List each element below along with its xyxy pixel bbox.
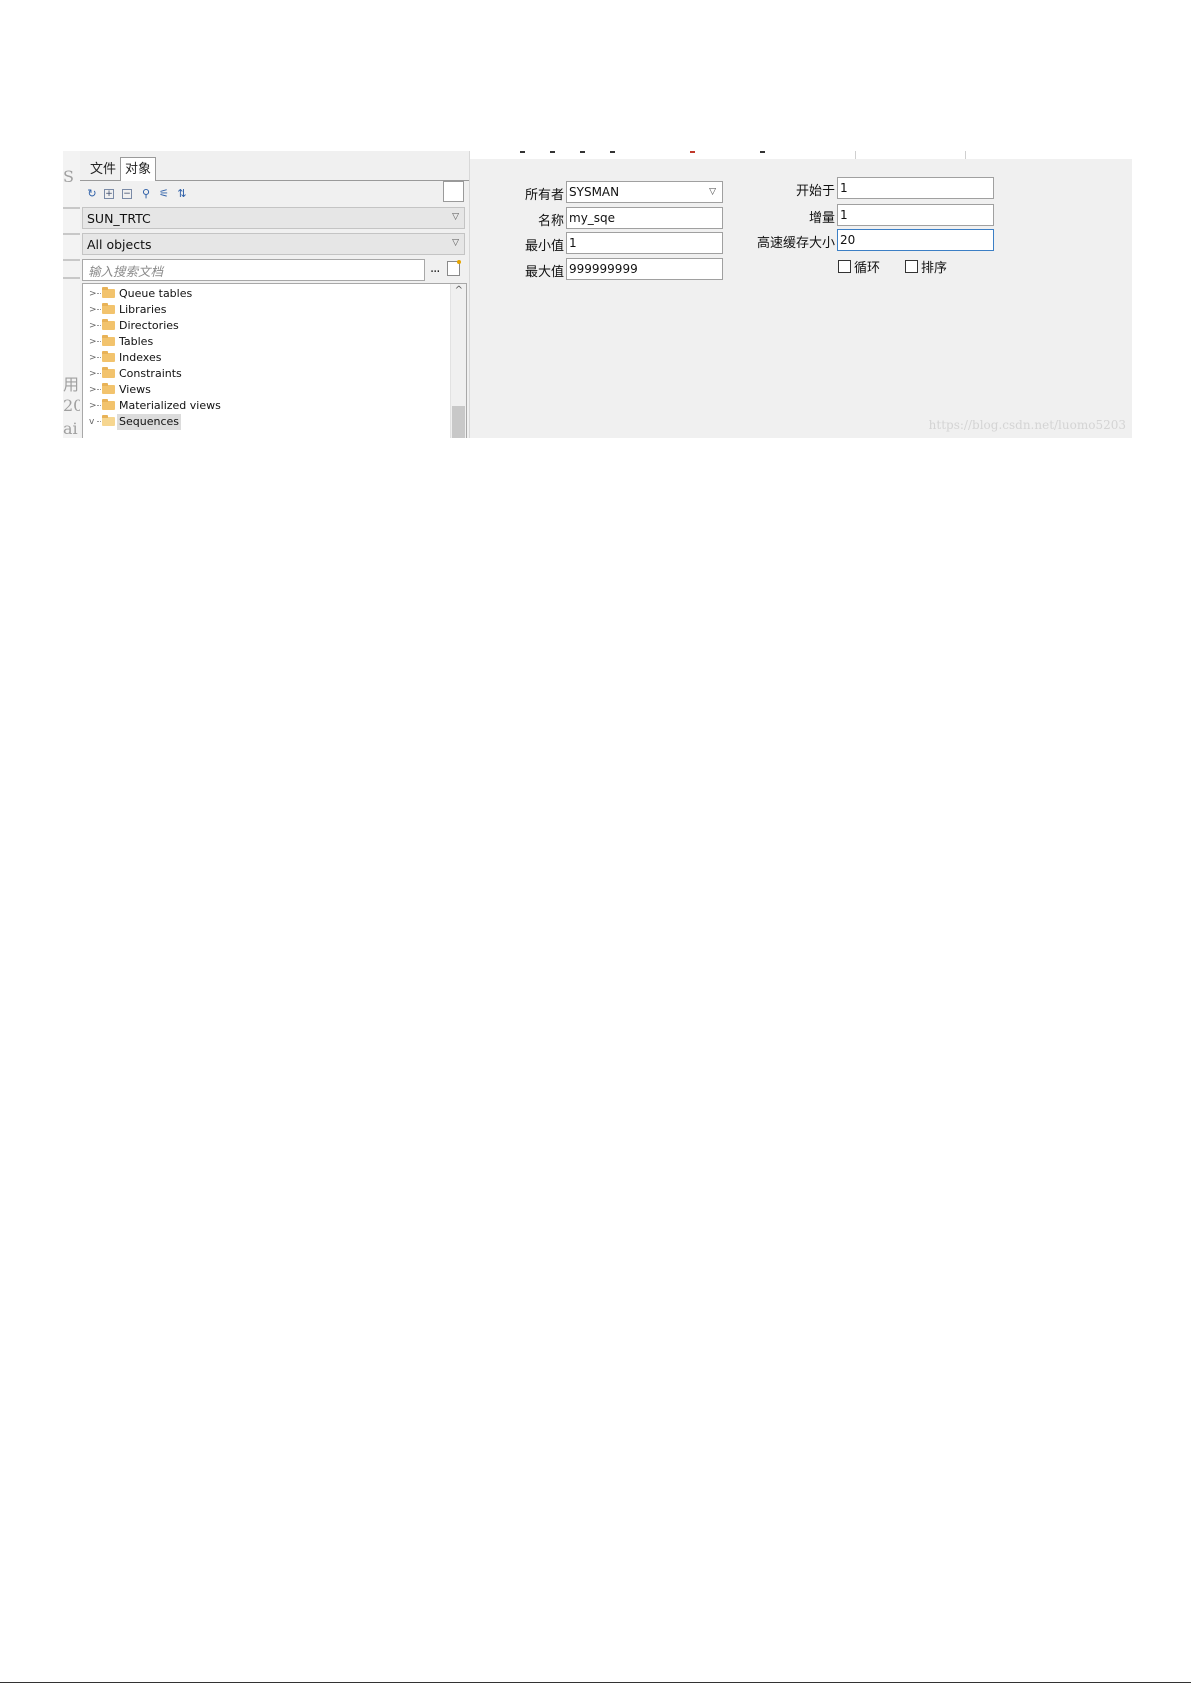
name-label: 名称: [537, 214, 564, 229]
chevron-right-icon[interactable]: >: [89, 382, 97, 398]
cycle-checkbox[interactable]: 循环: [838, 257, 880, 276]
chevron-right-icon[interactable]: >: [89, 318, 97, 334]
checkbox-box[interactable]: [838, 260, 851, 273]
folder-icon: [102, 367, 115, 378]
tree-node-libraries[interactable]: > Libraries: [83, 302, 443, 318]
collapse-all-icon[interactable]: −: [122, 189, 132, 199]
owner-select[interactable]: SYSMAN ▽: [566, 181, 723, 203]
sequence-properties-panel: 所有者 SYSMAN ▽ 名称 my_sqe 最小值 1 最大值 9999999…: [470, 151, 1132, 438]
checkbox-box[interactable]: [905, 260, 918, 273]
folder-icon: [102, 383, 115, 394]
folder-icon: [102, 287, 115, 298]
chevron-right-icon[interactable]: >: [89, 334, 97, 350]
object-tree: > Queue tables > Libraries > Directories…: [82, 283, 467, 438]
background-divider: [63, 259, 81, 261]
tree-node-label: Constraints: [119, 367, 182, 380]
chevron-down-icon: ▽: [452, 212, 459, 222]
screenshot-region: S 用 20 ai 文件 对象 ↻ + − ⚲ ⚟ ⇅ SUN_TRTC ▽ A…: [63, 151, 1132, 438]
background-divider: [63, 277, 81, 279]
background-glyph: ai: [63, 419, 78, 438]
order-checkbox-label: 排序: [921, 261, 948, 276]
tree-node-tables[interactable]: > Tables: [83, 334, 443, 350]
chevron-right-icon[interactable]: >: [89, 350, 97, 366]
background-glyph: S: [63, 167, 74, 186]
tree-node-sequences[interactable]: v Sequences: [83, 414, 443, 430]
tree-node-label: Materialized views: [119, 399, 221, 412]
tree-node-label: Tables: [119, 335, 154, 348]
toolbar-option-button[interactable]: [443, 181, 464, 202]
object-browser-panel: 文件 对象 ↻ + − ⚲ ⚟ ⇅ SUN_TRTC ▽ All objects…: [80, 151, 470, 438]
find-icon[interactable]: ⚲: [140, 188, 152, 200]
object-browser-tabs: 文件 对象: [80, 151, 469, 181]
increment-field[interactable]: 1: [837, 204, 994, 226]
tree-node-label: Directories: [119, 319, 179, 332]
search-input[interactable]: [86, 261, 420, 281]
owner-select-value: SYSMAN: [569, 185, 620, 199]
chevron-up-icon[interactable]: ^: [455, 285, 463, 296]
owner-combo[interactable]: SUN_TRTC ▽: [82, 207, 465, 229]
tree-node-label: Libraries: [119, 303, 167, 316]
background-divider: [63, 207, 81, 209]
editor-top-strip: [470, 151, 1132, 159]
tree-node-directories[interactable]: > Directories: [83, 318, 443, 334]
filter-icon[interactable]: ⚟: [158, 188, 170, 200]
object-filter-combo[interactable]: All objects ▽: [82, 233, 465, 255]
chevron-right-icon[interactable]: >: [89, 302, 97, 318]
chevron-down-icon[interactable]: v: [89, 414, 97, 430]
increment-label: 增量: [808, 211, 835, 226]
tree-node-label: Views: [119, 383, 151, 396]
owner-label: 所有者: [524, 188, 564, 203]
refresh-icon[interactable]: ↻: [86, 188, 98, 200]
scrollbar-thumb[interactable]: [452, 406, 465, 438]
object-browser-toolbar: ↻ + − ⚲ ⚟ ⇅: [80, 183, 469, 205]
folder-icon: [102, 303, 115, 314]
tree-node-queue-tables[interactable]: > Queue tables: [83, 286, 443, 302]
object-filter-value: All objects: [87, 237, 152, 252]
cache-size-label: 高速缓存大小: [756, 236, 835, 251]
chevron-right-icon[interactable]: >: [89, 398, 97, 414]
page-bottom-rule: [0, 1682, 1191, 1683]
watermark: https://blog.csdn.net/luomo5203: [928, 418, 1126, 432]
tree-node-label: Queue tables: [119, 287, 193, 300]
max-value-field[interactable]: 999999999: [566, 258, 723, 280]
max-value-label: 最大值: [524, 265, 564, 280]
background-glyph: 用: [63, 375, 80, 394]
cycle-checkbox-label: 循环: [854, 261, 881, 276]
tree-node-label: Sequences: [117, 414, 181, 430]
background-app-edge: S 用 20 ai: [63, 151, 83, 438]
cache-size-field[interactable]: 20: [837, 229, 994, 251]
folder-icon: [102, 335, 115, 346]
tree-node-label: Indexes: [119, 351, 162, 364]
chevron-down-icon: ▽: [709, 187, 716, 197]
tree-node-indexes[interactable]: > Indexes: [83, 350, 443, 366]
sort-icon[interactable]: ⇅: [176, 188, 188, 200]
tab-objects[interactable]: 对象: [120, 157, 157, 181]
tree-node-constraints[interactable]: > Constraints: [83, 366, 443, 382]
search-box: [82, 259, 425, 281]
tab-files[interactable]: 文件: [86, 159, 120, 180]
folder-icon: [102, 399, 115, 410]
tree-node-materialized-views[interactable]: > Materialized views: [83, 398, 443, 414]
order-checkbox[interactable]: 排序: [905, 257, 947, 276]
tree-scrollbar[interactable]: ^: [450, 284, 466, 438]
folder-icon: [102, 351, 115, 362]
expand-all-icon[interactable]: +: [104, 189, 114, 199]
min-value-label: 最小值: [524, 239, 564, 254]
owner-combo-value: SUN_TRTC: [87, 211, 151, 226]
open-folder-icon: [102, 415, 115, 426]
name-field[interactable]: my_sqe: [566, 207, 723, 229]
chevron-right-icon[interactable]: >: [89, 366, 97, 382]
start-with-label: 开始于: [795, 184, 835, 199]
start-with-field[interactable]: 1: [837, 177, 994, 199]
folder-icon: [102, 319, 115, 330]
tree-node-views[interactable]: > Views: [83, 382, 443, 398]
background-divider: [63, 233, 81, 235]
chevron-down-icon: ▽: [452, 238, 459, 248]
chevron-right-icon[interactable]: >: [89, 286, 97, 302]
new-document-icon[interactable]: [447, 260, 461, 276]
search-options-button[interactable]: ...: [430, 261, 440, 276]
min-value-field[interactable]: 1: [566, 232, 723, 254]
